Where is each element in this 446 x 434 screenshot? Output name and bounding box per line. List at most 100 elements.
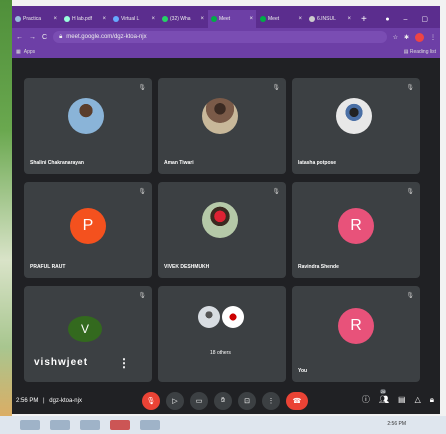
url-text: meet.google.com/dgz-ktoa-njx <box>66 34 147 40</box>
participant-photo <box>222 306 244 328</box>
bookmark-star-icon[interactable]: ☆ <box>393 34 398 41</box>
participant-name: Ravindra Shende <box>298 264 339 270</box>
participant-tile[interactable]: 🎙︎ R Ravindra Shende <box>292 182 420 278</box>
browser-menu-icon[interactable]: ⋮ <box>430 34 436 41</box>
participant-photo <box>202 98 238 134</box>
participant-name: latasha potpose <box>298 160 337 166</box>
participant-tile[interactable]: 🎙︎ VIVEK DESHMUKH <box>158 182 286 278</box>
extension-icon[interactable]: ✱ <box>404 34 409 41</box>
mic-muted-icon: 🎙︎ <box>406 85 414 91</box>
host-controls-icon[interactable]: 🔒︎ <box>430 395 434 405</box>
activities-icon[interactable]: △ <box>415 395 421 404</box>
forward-icon[interactable]: → <box>29 34 36 41</box>
participant-tile[interactable]: 🎙︎ P PRAFUL RAUT <box>24 182 152 278</box>
favicon-icon <box>64 16 70 22</box>
meeting-code: dgz-ktoa-njx <box>49 398 82 404</box>
others-count: 18 others <box>210 350 231 356</box>
others-tile[interactable]: 18 others <box>158 286 286 382</box>
tab-bar: Practica × H lab.pdf × Virtual L × (32) Wha… <box>12 6 440 28</box>
participant-tile[interactable]: 🎙︎ latasha potpose <box>292 78 420 174</box>
participant-avatar-letter: P <box>70 208 106 244</box>
tab-meet[interactable]: Meet × <box>257 10 305 28</box>
self-tile[interactable]: 🎙︎ R You <box>292 286 420 382</box>
apps-grid-icon[interactable]: ▦ <box>16 49 21 55</box>
close-tab-icon[interactable]: × <box>347 16 351 22</box>
mic-muted-icon: 🎙︎ <box>272 85 280 91</box>
raise-hand-button[interactable]: ✋︎ <box>214 392 232 410</box>
bookmarks-bar: ▦ Apps ▤ Reading list <box>12 46 440 58</box>
apps-bookmark[interactable]: Apps <box>24 49 35 55</box>
browser-window: Practica × H lab.pdf × Virtual L × (32) Wha… <box>12 6 440 414</box>
tab-insulation[interactable]: 6.INSUL × <box>306 10 354 28</box>
close-tab-icon[interactable]: × <box>102 16 106 22</box>
tab-h-lab[interactable]: H lab.pdf × <box>61 10 109 28</box>
close-tab-icon[interactable]: × <box>53 16 57 22</box>
mic-muted-icon: 🎙︎ <box>138 293 146 299</box>
meeting-info-icon[interactable]: ⓘ <box>362 394 370 405</box>
close-tab-icon[interactable]: × <box>200 16 204 22</box>
meeting-controls: 2:56 PM | dgz-ktoa-njx 🎙︎ ▷ ▭ ✋︎ ⊡ ⋮ ☎︎ … <box>12 388 440 414</box>
participant-name: VIVEK DESHMUKH <box>164 264 210 270</box>
profile-avatar-icon[interactable] <box>415 32 424 42</box>
reading-list-button[interactable]: ▤ Reading list <box>404 49 436 55</box>
meeting-grid: 🎙︎ Shalini Chakranarayan 🎙︎ Aman Tiwari … <box>12 58 440 388</box>
mic-muted-icon: 🎙︎ <box>406 293 414 299</box>
participant-photo <box>198 306 220 328</box>
close-tab-icon[interactable]: × <box>151 16 155 22</box>
present-button[interactable]: ⊡ <box>238 392 256 410</box>
lock-icon: 🔒︎ <box>59 33 63 40</box>
people-button[interactable]: 👥︎ 26 <box>379 389 389 404</box>
tab-practical[interactable]: Practica × <box>12 10 60 28</box>
people-count-badge: 26 <box>379 389 387 394</box>
mic-muted-icon: 🎙︎ <box>138 189 146 195</box>
address-bar-row: ← → C 🔒︎ meet.google.com/dgz-ktoa-njx ☆ … <box>12 28 440 46</box>
participant-name: PRAFUL RAUT <box>30 264 66 270</box>
call-buttons: 🎙︎ ▷ ▭ ✋︎ ⊡ ⋮ ☎︎ <box>142 392 308 410</box>
url-field[interactable]: 🔒︎ meet.google.com/dgz-ktoa-njx <box>53 31 387 43</box>
chat-icon[interactable]: ▤ <box>398 395 406 404</box>
os-taskbar: 2:56 PM <box>0 416 446 434</box>
taskbar-app[interactable] <box>110 420 130 430</box>
participant-name: You <box>298 368 308 374</box>
tab-whatsapp[interactable]: (32) Wha × <box>159 10 207 28</box>
side-panel-buttons: ⓘ 👥︎ 26 ▤ △ 🔒︎ <box>362 389 434 405</box>
camera-toggle-button[interactable]: ▷ <box>166 392 184 410</box>
close-tab-icon[interactable]: × <box>298 16 302 22</box>
meet-icon <box>211 16 217 22</box>
background-window-edge <box>0 0 12 434</box>
window-controls[interactable]: ● – ▢ <box>379 15 440 28</box>
participant-avatar-letter: R <box>338 208 374 244</box>
close-tab-icon[interactable]: × <box>249 16 253 22</box>
reload-icon[interactable]: C <box>42 34 47 41</box>
screen: Practica × H lab.pdf × Virtual L × (32) Wha… <box>0 0 446 434</box>
address-bar-icons: ☆ ✱ ⋮ <box>393 32 436 42</box>
participant-name: Aman Tiwari <box>164 160 194 166</box>
mic-toggle-button[interactable]: 🎙︎ <box>142 392 160 410</box>
whatsapp-icon <box>162 16 168 22</box>
leave-call-button[interactable]: ☎︎ <box>286 392 308 410</box>
captions-button[interactable]: ▭ <box>190 392 208 410</box>
taskbar-app[interactable] <box>20 420 40 430</box>
participant-avatar-letter: V <box>68 316 102 342</box>
participant-photo <box>336 98 372 134</box>
participant-avatar-letter: R <box>338 308 374 344</box>
tab-virtual-lab[interactable]: Virtual L × <box>110 10 158 28</box>
taskbar-clock: 2:56 PM <box>387 421 406 427</box>
more-options-button[interactable]: ⋮ <box>262 392 280 410</box>
participant-name: Shalini Chakranarayan <box>30 160 84 166</box>
back-icon[interactable]: ← <box>16 34 23 41</box>
more-options-icon[interactable]: ⋮ <box>118 356 130 370</box>
separator: | <box>43 398 45 404</box>
meeting-time: 2:56 PM <box>16 398 39 404</box>
participant-tile[interactable]: 🎙︎ V vishwjeet ⋮ <box>24 286 152 382</box>
participant-tile[interactable]: 🎙︎ Shalini Chakranarayan <box>24 78 152 174</box>
taskbar-app[interactable] <box>50 420 70 430</box>
tab-meet-active[interactable]: Meet × <box>208 10 256 28</box>
participant-tile[interactable]: 🎙︎ Aman Tiwari <box>158 78 286 174</box>
taskbar-app[interactable] <box>140 420 160 430</box>
favicon-icon <box>113 16 119 22</box>
meet-icon <box>260 16 266 22</box>
participant-photo <box>202 202 238 238</box>
new-tab-button[interactable]: + <box>355 14 373 28</box>
taskbar-app[interactable] <box>80 420 100 430</box>
